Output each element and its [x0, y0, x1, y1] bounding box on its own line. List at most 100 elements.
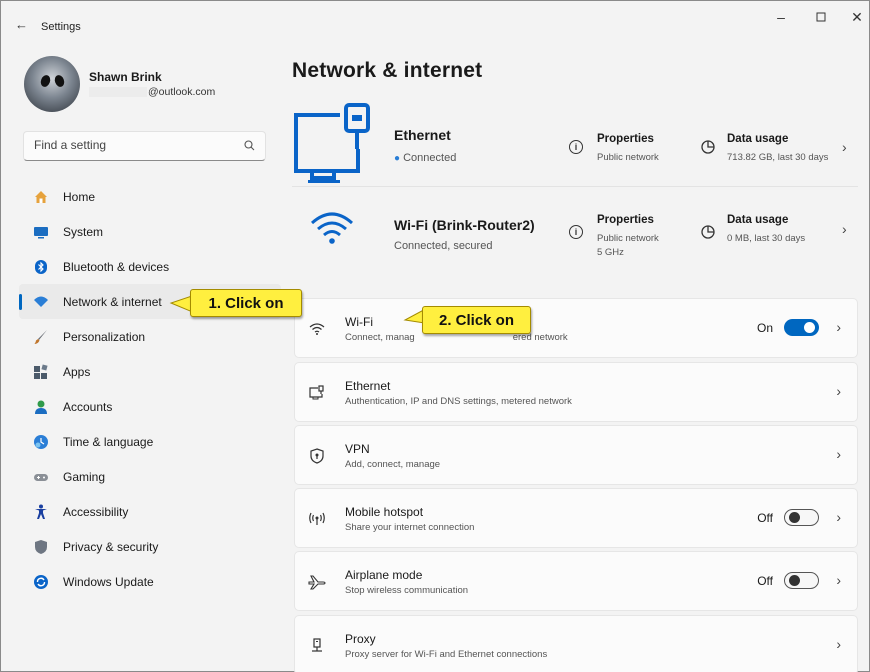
properties-sub: Public network — [597, 233, 659, 244]
search-input[interactable] — [34, 138, 234, 152]
info-icon: i — [569, 225, 583, 239]
sidebar-item-label: Privacy & security — [63, 539, 159, 554]
maximize-icon — [816, 12, 826, 22]
toggle-knob — [804, 322, 815, 333]
accounts-icon — [33, 399, 49, 415]
page-title: Network & internet — [292, 59, 483, 82]
sidebar-item-time-language[interactable]: Time & language — [19, 424, 281, 459]
windows-update-icon — [33, 574, 49, 590]
mobile-hotspot-card[interactable]: Mobile hotspot Share your internet conne… — [294, 488, 858, 548]
sidebar-item-home[interactable]: Home — [19, 179, 281, 214]
sidebar-item-gaming[interactable]: Gaming — [19, 459, 281, 494]
settings-window: ← Settings – ✕ Shawn Brink @outlook.com … — [0, 0, 870, 672]
search-box — [23, 131, 266, 161]
home-icon — [33, 189, 49, 205]
sidebar-item-label: Gaming — [63, 469, 106, 484]
sidebar-item-system[interactable]: System — [19, 214, 281, 249]
sidebar-item-label: Windows Update — [63, 574, 154, 589]
app-title: Settings — [41, 21, 81, 33]
callout-step-1: 1. Click on — [190, 289, 302, 317]
chevron-right-icon[interactable]: › — [836, 383, 841, 399]
sidebar-item-bluetooth[interactable]: Bluetooth & devices — [19, 249, 281, 284]
data-usage-sub: 0 MB, last 30 days — [727, 233, 806, 244]
proxy-icon — [307, 636, 327, 656]
chevron-right-icon[interactable]: › — [842, 139, 847, 155]
pie-chart-icon — [700, 224, 716, 245]
airplane-icon — [307, 572, 327, 592]
ethernet-large-icon — [292, 103, 374, 190]
accessibility-icon — [33, 504, 49, 520]
sidebar-item-accounts[interactable]: Accounts — [19, 389, 281, 424]
chevron-right-icon[interactable]: › — [836, 572, 841, 588]
sidebar-item-label: Accounts — [63, 399, 113, 414]
card-subtitle: Proxy server for Wi-Fi and Ethernet conn… — [345, 649, 548, 660]
properties-sub: Public network — [597, 152, 659, 163]
wifi-card[interactable]: Wi-Fi Connect, manag ered network On › — [294, 298, 858, 358]
maximize-button[interactable] — [811, 9, 831, 25]
chevron-right-icon[interactable]: › — [842, 221, 847, 237]
network-icon — [33, 294, 49, 310]
time-language-icon — [33, 434, 49, 450]
callout-step-2: 2. Click on — [422, 306, 531, 334]
sidebar-item-accessibility[interactable]: Accessibility — [19, 494, 281, 529]
globe-icon: ● — [394, 153, 401, 164]
chevron-right-icon[interactable]: › — [836, 636, 841, 652]
toggle-knob — [789, 575, 800, 586]
apps-icon — [33, 363, 49, 380]
avatar[interactable] — [24, 56, 80, 112]
data-usage-title: Data usage — [727, 214, 789, 226]
wifi-icon — [307, 319, 327, 339]
ethernet-card[interactable]: Ethernet Authentication, IP and DNS sett… — [294, 362, 858, 422]
wifi-hero: Wi-Fi (Brink-Router2) Connected, secured… — [292, 197, 858, 277]
brush-icon — [33, 329, 49, 345]
vpn-shield-icon — [307, 446, 327, 466]
wifi-toggle[interactable] — [784, 319, 819, 336]
airplane-mode-card[interactable]: Airplane mode Stop wireless communicatio… — [294, 551, 858, 611]
vpn-card[interactable]: VPN Add, connect, manage › — [294, 425, 858, 485]
card-subtitle-left: Connect, manag — [345, 332, 415, 343]
toggle-state-label: On — [756, 321, 773, 335]
sidebar-item-privacy-security[interactable]: Privacy & security — [19, 529, 281, 564]
title-bar: ← Settings – ✕ — [1, 1, 869, 41]
sidebar-item-label: System — [63, 224, 104, 239]
sidebar-item-label: Personalization — [63, 329, 146, 344]
wifi-hero-status: Connected, secured — [394, 240, 493, 252]
chevron-right-icon[interactable]: › — [836, 319, 841, 335]
sidebar-item-personalization[interactable]: Personalization — [19, 319, 281, 354]
sidebar-nav: Home System Bluetooth & devices Network … — [19, 179, 281, 599]
data-usage-title: Data usage — [727, 133, 789, 145]
card-title: Ethernet — [345, 379, 391, 393]
card-subtitle: Authentication, IP and DNS settings, met… — [345, 396, 572, 407]
close-button[interactable]: ✕ — [847, 9, 867, 26]
toggle-state-label: Off — [757, 511, 773, 525]
card-title: VPN — [345, 442, 370, 456]
ethernet-hero-name: Ethernet — [394, 127, 451, 143]
shield-icon — [33, 539, 49, 555]
toggle-knob — [789, 512, 800, 523]
card-subtitle: Add, connect, manage — [345, 459, 441, 470]
card-title: Mobile hotspot — [345, 505, 424, 519]
back-arrow-icon[interactable]: ← — [15, 17, 28, 32]
card-subtitle: Stop wireless communication — [345, 585, 469, 596]
hotspot-icon — [307, 509, 327, 529]
sidebar-item-apps[interactable]: Apps — [19, 354, 281, 389]
chevron-right-icon[interactable]: › — [836, 446, 841, 462]
card-title: Airplane mode — [345, 568, 423, 582]
info-icon: i — [569, 140, 583, 154]
properties-band: 5 GHz — [597, 247, 624, 258]
sidebar-item-label: Time & language — [63, 434, 154, 449]
data-usage-sub: 713.82 GB, last 30 days — [727, 152, 829, 163]
mobile-hotspot-toggle[interactable] — [784, 509, 819, 526]
airplane-mode-toggle[interactable] — [784, 572, 819, 589]
sidebar-item-label: Apps — [63, 364, 91, 379]
minimize-button[interactable]: – — [771, 9, 791, 25]
properties-title: Properties — [597, 214, 654, 226]
chevron-right-icon[interactable]: › — [836, 509, 841, 525]
profile-name: Shawn Brink — [89, 70, 162, 84]
system-icon — [33, 224, 49, 240]
proxy-card[interactable]: Proxy Proxy server for Wi-Fi and Etherne… — [294, 615, 858, 672]
sidebar-item-windows-update[interactable]: Windows Update — [19, 564, 281, 599]
search-icon[interactable] — [244, 140, 255, 154]
properties-title: Properties — [597, 133, 654, 145]
profile-email: @outlook.com — [89, 86, 215, 98]
